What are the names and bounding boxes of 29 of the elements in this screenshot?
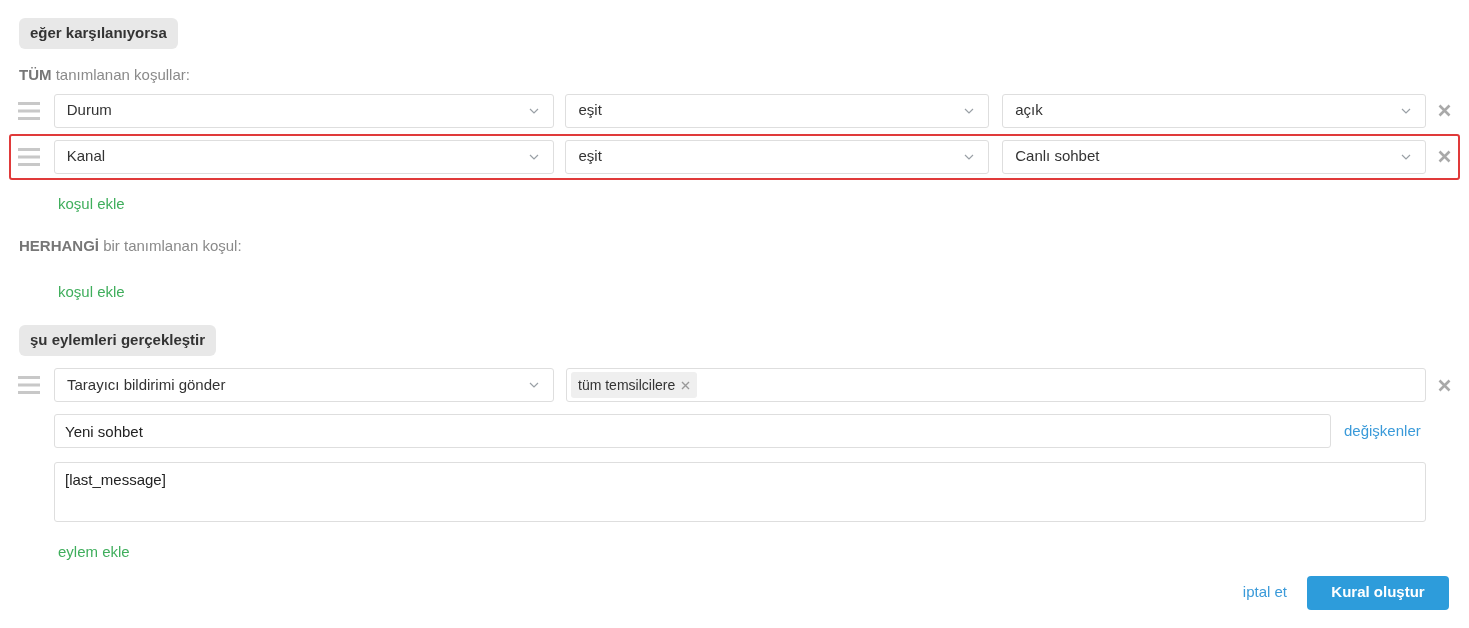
operator-select[interactable]: eşit — [565, 139, 990, 174]
value-select[interactable]: Canlı sohbet — [1002, 139, 1427, 174]
section-heading: eğer karşılanıyorsa — [19, 18, 178, 49]
chevron-down-icon — [529, 382, 539, 388]
remove-icon[interactable] — [681, 380, 691, 390]
message-textarea[interactable]: [last_message] — [54, 462, 1426, 522]
chevron-down-icon — [964, 153, 975, 160]
recipient-tag: tüm temsilcilere — [571, 372, 698, 398]
drag-handle-icon[interactable] — [18, 101, 40, 120]
chevron-down-icon — [964, 107, 975, 114]
chevron-down-icon — [528, 107, 539, 114]
conditions-label: TÜM tanımlanan koşullar: — [19, 65, 190, 85]
drag-handle-icon[interactable] — [18, 376, 40, 394]
drag-handle-icon[interactable] — [18, 147, 40, 166]
chevron-down-icon — [1401, 107, 1412, 114]
close-icon[interactable] — [1438, 150, 1451, 163]
field-select[interactable]: Kanal — [53, 139, 554, 174]
title-input[interactable]: Yeni sohbet — [54, 414, 1331, 448]
action-select[interactable]: Tarayıcı bildirimi gönder — [54, 368, 554, 402]
value-select[interactable]: açık — [1002, 93, 1427, 128]
operator-select[interactable]: eşit — [565, 93, 990, 128]
chevron-down-icon — [1401, 153, 1412, 160]
recipients-field[interactable]: tüm temsilcilere — [566, 368, 1426, 402]
section-heading: şu eylemleri gerçekleştir — [19, 325, 217, 356]
close-icon[interactable] — [1438, 104, 1451, 117]
close-icon[interactable] — [1438, 378, 1451, 392]
chevron-down-icon — [528, 153, 539, 160]
conditions-label: HERHANGİ bir tanımlanan koşul: — [19, 236, 242, 256]
field-select[interactable]: Durum — [53, 93, 554, 128]
